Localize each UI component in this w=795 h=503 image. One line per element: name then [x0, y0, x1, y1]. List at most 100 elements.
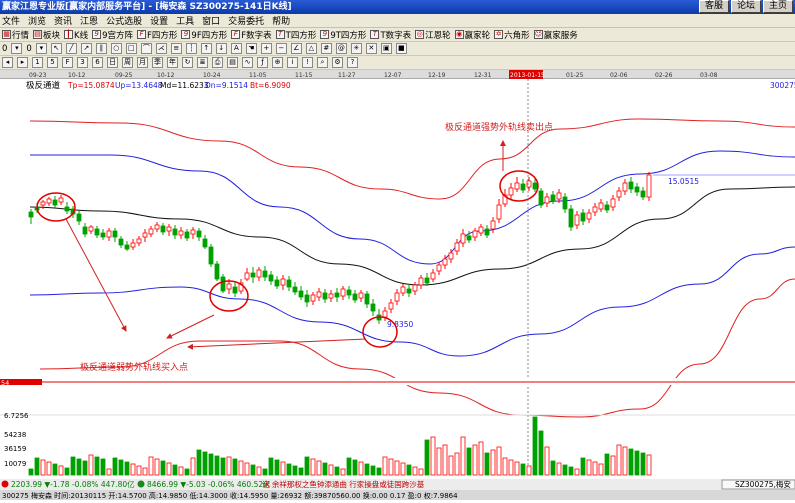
help-icon[interactable]: ? [347, 57, 358, 68]
alert-icon[interactable]: ! [302, 57, 313, 68]
toolbar-service[interactable]: ☺ 赢家服务 [533, 29, 578, 41]
grid-draw-icon[interactable]: # [320, 43, 332, 54]
service-button[interactable]: 客服 [698, 0, 729, 13]
period-season-icon[interactable]: 季 [152, 57, 163, 68]
volume-bar [256, 466, 262, 476]
line-icon[interactable]: ╱ [65, 43, 77, 54]
angle-icon[interactable]: ∠ [290, 43, 302, 54]
volume-bar [220, 457, 226, 476]
fib-icon[interactable]: ≡ [170, 43, 182, 54]
menu-help[interactable]: 帮助 [272, 14, 290, 27]
toolbar-sector[interactable]: ▤ 板块 [33, 29, 60, 41]
rect-icon[interactable]: □ [125, 43, 137, 54]
dropdown-icon-2[interactable]: ▾ [35, 43, 47, 54]
menu-browse[interactable]: 浏览 [28, 14, 46, 27]
toolbar-9t-square[interactable]: 9 9T四方形 [320, 29, 366, 41]
candle-body [538, 190, 544, 206]
toolbar-9f-square[interactable]: 9 9F四方形 [181, 29, 227, 41]
print-icon[interactable]: ⎙ [212, 57, 223, 68]
period-5-icon[interactable]: 5 [47, 57, 58, 68]
menu-gann[interactable]: 江恩 [80, 14, 98, 27]
candle-body [46, 198, 52, 204]
chart-svg[interactable]: 极反通道 Tp=15.0874 Up=13.4648 Md=11.6233 Dn… [0, 79, 795, 500]
toolbar-t-number[interactable]: T T数字表 [370, 29, 411, 41]
fan-icon[interactable]: ⋌ [155, 43, 167, 54]
band-lower-line [29, 246, 795, 357]
drawing-field-1[interactable]: 0 [2, 44, 7, 54]
toolbar-9-square[interactable]: 9 9宫方阵 [92, 29, 133, 41]
ray-icon[interactable]: ↗ [80, 43, 92, 54]
dropdown-icon[interactable]: ▾ [11, 43, 23, 54]
zoom-out-icon[interactable]: − [275, 43, 287, 54]
period-day-icon[interactable]: 日 [107, 57, 118, 68]
circle-icon[interactable]: ○ [110, 43, 122, 54]
candle-body [370, 303, 376, 312]
panel-left-value: 54 [1, 379, 9, 387]
period-week-icon[interactable]: 周 [122, 57, 133, 68]
toolbar-hexagon[interactable]: ✡ 六角形 [494, 29, 530, 41]
toolbar-f-number[interactable]: F F数字表 [231, 29, 272, 41]
toolbar-kline[interactable]: ┃ K线 [64, 29, 88, 41]
toolbar-t-square[interactable]: T T四方形 [275, 29, 316, 41]
color-icon[interactable]: ■ [395, 43, 407, 54]
zoom-in-icon[interactable]: + [260, 43, 272, 54]
drawing-field-2[interactable]: 0 [26, 44, 31, 54]
candle-body [154, 224, 160, 230]
menu-info[interactable]: 资讯 [54, 14, 72, 27]
forum-button[interactable]: 论坛 [730, 0, 761, 13]
overlay-icon[interactable]: ⊕ [272, 57, 283, 68]
kline-chart[interactable]: 极反通道 Tp=15.0874 Up=13.4648 Md=11.6233 Dn… [0, 79, 795, 500]
volume-bar [250, 464, 256, 476]
star-icon[interactable]: ✳ [350, 43, 362, 54]
indicator-icon[interactable]: ∿ [242, 57, 253, 68]
cycle-icon[interactable]: ┆ [185, 43, 197, 54]
arrow-down-icon[interactable]: ↓ [215, 43, 227, 54]
menu-tools[interactable]: 工具 [176, 14, 194, 27]
parallel-icon[interactable]: ∥ [95, 43, 107, 54]
triangle-icon[interactable]: △ [305, 43, 317, 54]
menu-formula[interactable]: 公式选股 [106, 14, 142, 27]
refresh-icon[interactable]: ↻ [182, 57, 193, 68]
text-icon[interactable]: A [230, 43, 242, 54]
formula-icon[interactable]: ƒ [257, 57, 268, 68]
candle-body [100, 232, 106, 238]
save-icon[interactable]: ▤ [227, 57, 238, 68]
period-1-icon[interactable]: 1 [32, 57, 43, 68]
period-month-icon[interactable]: 月 [137, 57, 148, 68]
period-year-icon[interactable]: 年 [167, 57, 178, 68]
arrow-up-icon[interactable]: ↑ [200, 43, 212, 54]
period-60-icon[interactable]: 6 [92, 57, 103, 68]
menu-file[interactable]: 文件 [2, 14, 20, 27]
candle-body [544, 196, 550, 204]
pointer-icon[interactable]: ↖ [50, 43, 62, 54]
candle-body [460, 233, 466, 244]
volume-bar [406, 464, 412, 476]
time-axis-label: 09-23 [29, 72, 47, 79]
toolbar-winner-wheel[interactable]: ◉ 赢家轮 [454, 29, 490, 41]
volume-bar [244, 462, 250, 476]
settings-icon[interactable]: ⚙ [332, 57, 343, 68]
toolbar-gann-wheel[interactable]: ◎ 江恩轮 [415, 29, 451, 41]
volume-bar [532, 416, 538, 476]
menu-settings[interactable]: 设置 [150, 14, 168, 27]
back-icon[interactable]: ◂ [2, 57, 13, 68]
arc-icon[interactable]: ⌒ [140, 43, 152, 54]
volume-bar [358, 461, 364, 476]
info-icon[interactable]: i [287, 57, 298, 68]
search-icon[interactable]: ⌕ [317, 57, 328, 68]
hand-icon[interactable]: ☚ [245, 43, 257, 54]
forward-icon[interactable]: ▸ [17, 57, 28, 68]
volume-bar [112, 457, 118, 476]
service-icon: ☺ [533, 30, 543, 39]
lock-icon[interactable]: ▣ [380, 43, 392, 54]
spiral-icon[interactable]: @ [335, 43, 347, 54]
menu-trade[interactable]: 交易委托 [228, 14, 264, 27]
period-15-icon[interactable]: F [62, 57, 73, 68]
toolbar-f-square[interactable]: F F四方形 [137, 29, 177, 41]
erase-icon[interactable]: ✕ [365, 43, 377, 54]
menu-window[interactable]: 窗口 [202, 14, 220, 27]
period-30-icon[interactable]: 3 [77, 57, 88, 68]
home-button[interactable]: 主页 [762, 0, 793, 13]
toolbar-quote[interactable]: ▦ 行情 [2, 29, 29, 41]
list-icon[interactable]: ≣ [197, 57, 208, 68]
